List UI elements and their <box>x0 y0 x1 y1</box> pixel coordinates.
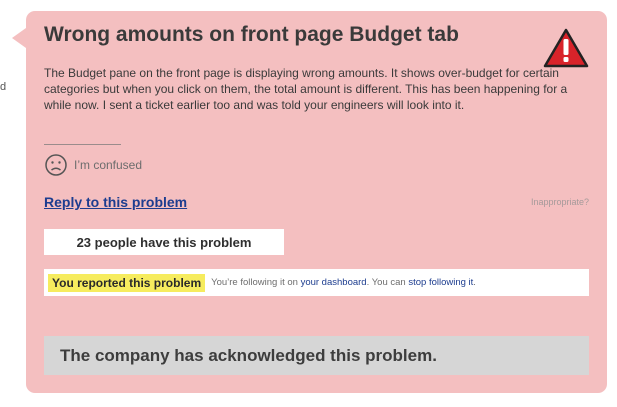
problem-title: Wrong amounts on front page Budget tab <box>44 23 459 46</box>
dashboard-link[interactable]: your dashboard <box>301 277 367 288</box>
speech-pointer <box>12 28 26 48</box>
warning-triangle-icon <box>543 28 589 68</box>
acknowledged-text: The company has acknowledged this proble… <box>60 346 437 365</box>
following-text-after: . <box>473 277 476 288</box>
sad-face-icon <box>45 154 67 176</box>
divider <box>44 144 121 145</box>
following-text-middle: . You can <box>366 277 406 288</box>
stop-following-link[interactable]: stop following it <box>408 277 473 288</box>
inappropriate-link[interactable]: Inappropriate? <box>531 197 589 207</box>
following-text-before: You’re following it on <box>211 277 298 288</box>
partial-sidebar-text: d <box>0 81 7 93</box>
reported-badge: You reported this problem <box>48 273 206 292</box>
problem-card: Wrong amounts on front page Budget tab T… <box>26 11 607 393</box>
acknowledged-status-box: The company has acknowledged this proble… <box>44 336 589 375</box>
people-count-box: 23 people have this problem <box>44 229 284 255</box>
mood-label: I’m confused <box>74 158 143 172</box>
people-count-text: 23 people have this problem <box>76 234 252 250</box>
reply-to-problem-link[interactable]: Reply to this problem <box>44 194 187 210</box>
problem-description: The Budget pane on the front page is dis… <box>44 66 568 112</box>
following-status-bar: You reported this problem You’re followi… <box>44 269 589 296</box>
mood-indicator: I’m confused <box>44 153 142 177</box>
